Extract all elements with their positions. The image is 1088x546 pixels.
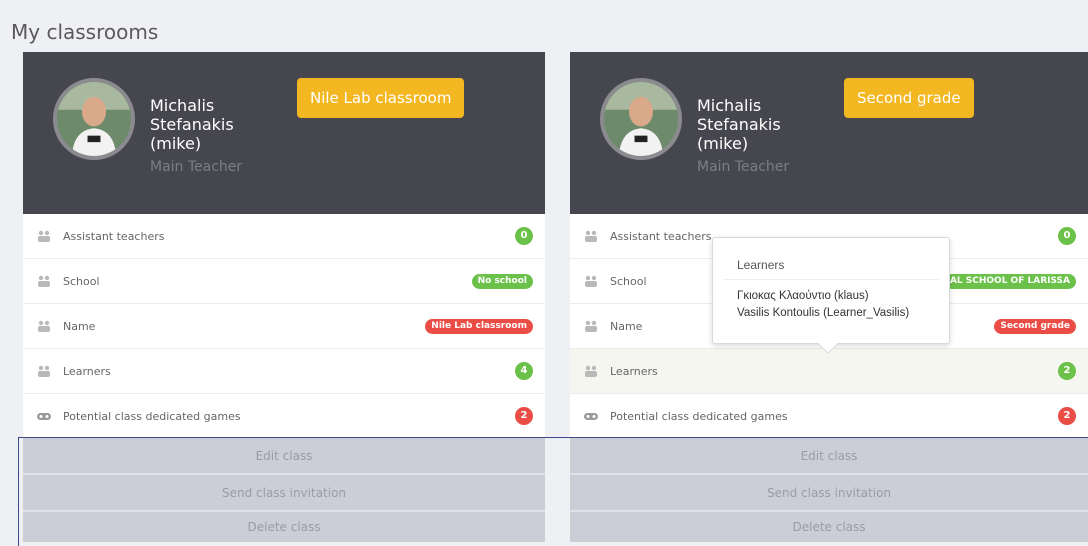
card-actions: Edit class Send class invitation Delete … <box>23 438 545 542</box>
tooltip-title: Learners <box>737 258 785 272</box>
focus-outline <box>18 437 1088 438</box>
card-header: Michalis Stefanakis (mike) Main Teacher … <box>23 52 545 214</box>
teacher-role: Main Teacher <box>150 159 243 175</box>
row-games[interactable]: Potential class dedicated games 2 <box>23 394 545 439</box>
users-icon <box>37 320 51 332</box>
divider <box>723 279 939 280</box>
avatar <box>53 78 135 160</box>
count-badge: 0 <box>1058 227 1076 245</box>
school-badge: AL SCHOOL OF LARISSA <box>943 273 1076 289</box>
count-badge: 2 <box>1058 362 1076 380</box>
count-badge: 2 <box>515 407 533 425</box>
teacher-name: Michalis Stefanakis (mike) <box>150 96 234 153</box>
row-label: Potential class dedicated games <box>610 409 788 423</box>
row-label: Assistant teachers <box>610 229 712 243</box>
row-label: Name <box>610 319 643 333</box>
count-badge: 2 <box>1058 407 1076 425</box>
tooltip-list: Γκιοκας Κλαούντιο (klaus) Vasilis Kontou… <box>737 288 909 322</box>
users-icon <box>584 275 598 287</box>
name-badge: Nile Lab classroom <box>425 318 533 334</box>
users-icon <box>584 230 598 242</box>
row-learners[interactable]: Learners 4 <box>23 349 545 394</box>
avatar <box>600 78 682 160</box>
gamepad-icon <box>584 410 598 422</box>
delete-class-button[interactable]: Delete class <box>23 512 545 542</box>
row-label: School <box>63 274 100 288</box>
count-badge: 4 <box>515 362 533 380</box>
users-icon <box>37 230 51 242</box>
edit-class-button[interactable]: Edit class <box>570 438 1088 475</box>
classroom-card: Michalis Stefanakis (mike) Main Teacher … <box>23 52 545 439</box>
row-assistant-teachers[interactable]: Assistant teachers 0 <box>23 214 545 259</box>
row-label: Assistant teachers <box>63 229 165 243</box>
users-icon <box>37 275 51 287</box>
delete-class-button[interactable]: Delete class <box>570 512 1088 542</box>
card-actions: Edit class Send class invitation Delete … <box>570 438 1088 542</box>
gamepad-icon <box>37 410 51 422</box>
row-label: Name <box>63 319 96 333</box>
focus-outline <box>18 437 19 546</box>
school-badge: No school <box>471 273 533 289</box>
row-games[interactable]: Potential class dedicated games 2 <box>570 394 1088 439</box>
edit-class-button[interactable]: Edit class <box>23 438 545 475</box>
learners-tooltip: Learners Γκιοκας Κλαούντιο (klaus) Vasil… <box>712 237 950 354</box>
class-name-badge[interactable]: Second grade <box>844 78 974 118</box>
send-invitation-button[interactable]: Send class invitation <box>570 475 1088 512</box>
row-learners[interactable]: Learners 2 <box>570 349 1088 394</box>
users-icon <box>37 365 51 377</box>
users-icon <box>584 320 598 332</box>
send-invitation-button[interactable]: Send class invitation <box>23 475 545 512</box>
row-label: Potential class dedicated games <box>63 409 241 423</box>
learner-item: Vasilis Kontoulis (Learner_Vasilis) <box>737 307 910 319</box>
learner-item: Γκιοκας Κλαούντιο (klaus) <box>737 290 869 302</box>
row-name[interactable]: Name Nile Lab classroom <box>23 304 545 349</box>
name-badge: Second grade <box>994 318 1076 334</box>
row-school[interactable]: School No school <box>23 259 545 304</box>
row-label: Learners <box>610 364 658 378</box>
teacher-role: Main Teacher <box>697 159 790 175</box>
users-icon <box>584 365 598 377</box>
teacher-name: Michalis Stefanakis (mike) <box>697 96 781 153</box>
row-label: Learners <box>63 364 111 378</box>
class-name-badge[interactable]: Nile Lab classroom <box>297 78 465 118</box>
count-badge: 0 <box>515 227 533 245</box>
card-header: Michalis Stefanakis (mike) Main Teacher … <box>570 52 1088 214</box>
row-label: School <box>610 274 647 288</box>
page-title: My classrooms <box>11 20 159 44</box>
